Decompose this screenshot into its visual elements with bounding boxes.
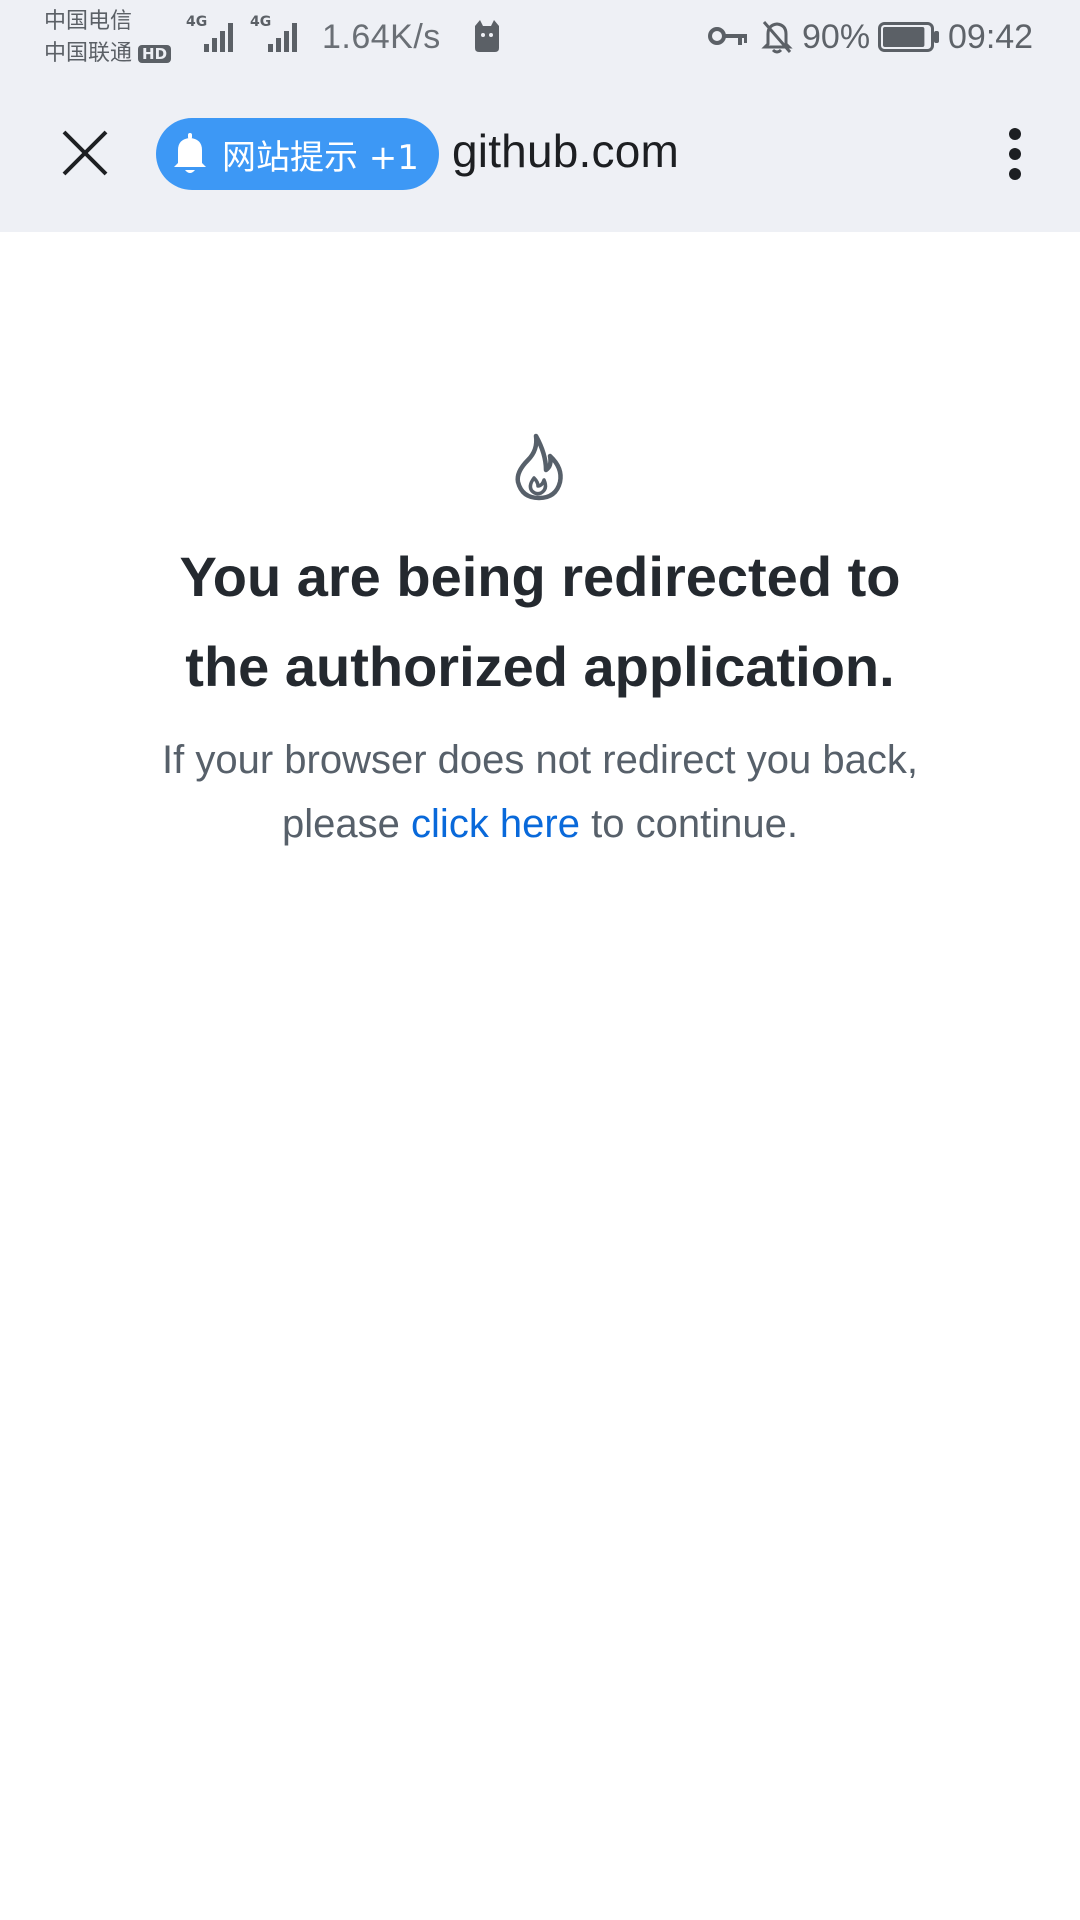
cat-icon: [472, 18, 502, 59]
carrier-1: 中国电信: [44, 9, 133, 34]
carrier-info: 中国电信 中国联通 HD: [44, 6, 172, 70]
message-suffix: to continue.: [591, 802, 798, 846]
network-speed: 1.64K/s: [322, 18, 441, 56]
battery-percent: 90%: [802, 18, 871, 56]
message-prefix: If your browser does not redirect you ba…: [162, 738, 918, 782]
site-notice-button[interactable]: 网站提示 +1: [156, 118, 439, 190]
hd-badge: HD: [138, 45, 172, 63]
site-notice-label: 网站提示 +1: [222, 137, 419, 178]
more-options-button[interactable]: [990, 124, 1040, 184]
close-button[interactable]: [50, 118, 120, 188]
bell-off-icon: [760, 18, 794, 61]
heading-line-1: You are being redirected to: [179, 545, 901, 608]
signal-2-icon: 4G: [250, 14, 306, 54]
page-content: You are being redirected to the authoriz…: [0, 232, 1080, 1920]
click-here-link[interactable]: click here: [411, 802, 580, 846]
carrier-2: 中国联通: [44, 41, 133, 66]
close-icon: [62, 130, 108, 176]
redirect-heading: You are being redirected to the authoriz…: [90, 532, 990, 712]
bell-icon: [170, 131, 210, 177]
flame-icon: [510, 432, 568, 507]
browser-toolbar: 网站提示 +1 github.com: [0, 76, 1080, 232]
signal-1-icon: 4G: [186, 14, 242, 54]
key-icon: [708, 22, 750, 55]
redirect-message: If your browser does not redirect you ba…: [90, 728, 990, 856]
carrier-2-row: 中国联通 HD: [44, 38, 172, 70]
status-bar: 中国电信 中国联通 HD 4G 4G 1.64K/s 90% 09:42: [0, 0, 1080, 76]
signal-2-network-label: 4G: [250, 14, 272, 30]
browser-screen: 中国电信 中国联通 HD 4G 4G 1.64K/s 90% 09:42 网站提…: [0, 0, 1080, 1920]
url-domain[interactable]: github.com: [452, 124, 679, 178]
message-please: please: [282, 802, 400, 846]
battery-icon: [878, 22, 940, 57]
heading-line-2: the authorized application.: [185, 635, 895, 698]
more-vertical-icon: [1009, 128, 1021, 180]
signal-1-network-label: 4G: [186, 14, 208, 30]
clock: 09:42: [948, 18, 1034, 56]
